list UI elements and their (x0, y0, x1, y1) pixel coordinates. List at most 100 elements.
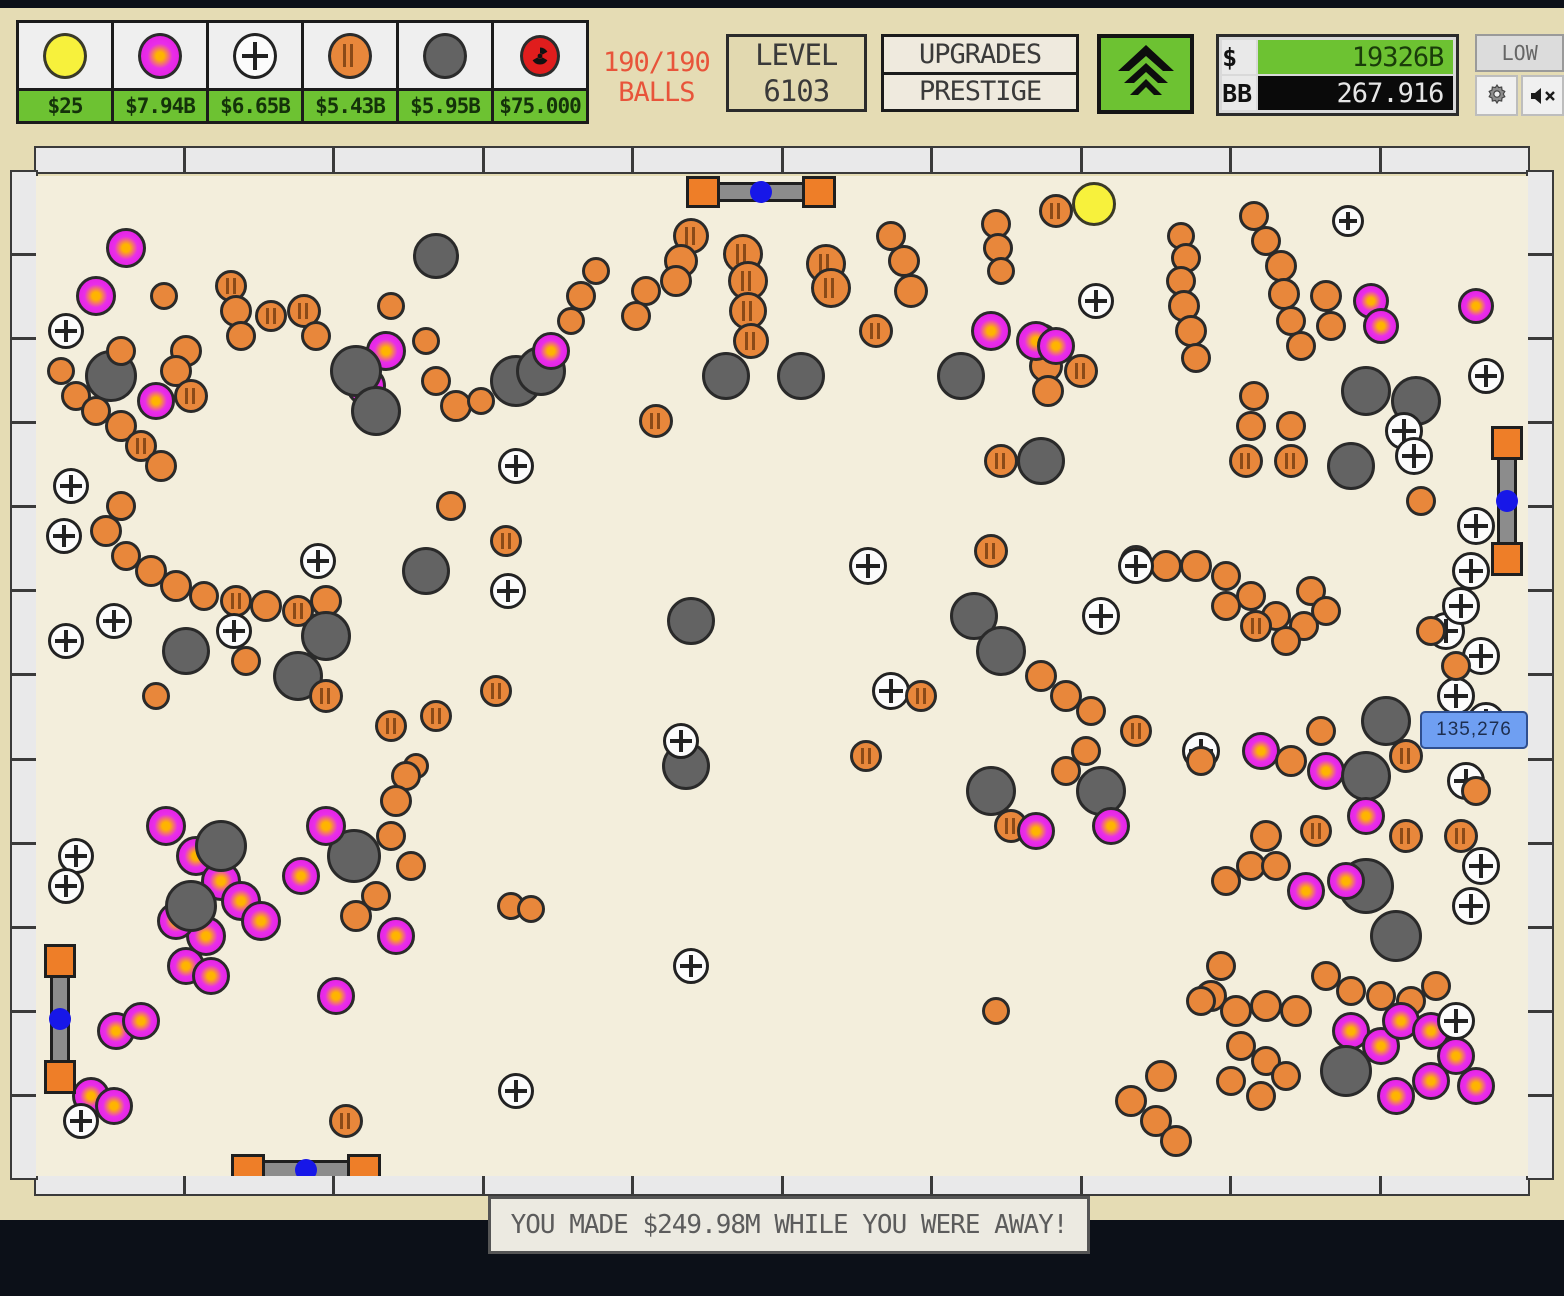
ball-magenta (1347, 797, 1385, 835)
brick-orange (639, 404, 673, 438)
ball-magenta (377, 917, 415, 955)
rail-segment (1528, 760, 1552, 842)
brick-orange (1274, 444, 1308, 478)
paddle-bottom[interactable] (231, 1154, 381, 1176)
brick-orange (982, 997, 1010, 1025)
shop-item-orange[interactable]: $5.43B (304, 23, 396, 121)
ball-plus (1437, 677, 1475, 715)
shop-item-radioactive[interactable]: $75.000 (494, 23, 586, 121)
brick-orange (1240, 610, 1272, 642)
paddle-cap (347, 1154, 381, 1176)
ball-yellow (1072, 182, 1116, 226)
shop-item-plus[interactable]: $6.65B (209, 23, 301, 121)
ball-plus (849, 547, 887, 585)
brick-orange (1280, 995, 1312, 1027)
shop-item-yellow[interactable]: $25 (19, 23, 111, 121)
brick-orange (490, 525, 522, 557)
brick-orange (582, 257, 610, 285)
brick-orange (301, 321, 331, 351)
brick-orange (160, 570, 192, 602)
upgrade-all-button[interactable] (1097, 34, 1195, 114)
brick-orange (1275, 745, 1307, 777)
brick-orange (1180, 550, 1212, 582)
ball-magenta (95, 1087, 133, 1125)
plus-ball-icon (209, 23, 301, 88)
brick-orange (621, 301, 651, 331)
brick-orange (1271, 1061, 1301, 1091)
paddle-cap (231, 1154, 265, 1176)
brick-gray (195, 820, 247, 872)
brick-orange (1416, 616, 1446, 646)
rail-segment (12, 508, 36, 590)
brick-orange (1120, 715, 1152, 747)
brick-orange (412, 327, 440, 355)
brick-orange (811, 268, 851, 308)
money-panel: $ 19326B BB 267.916 (1216, 34, 1460, 116)
ball-plus (1332, 205, 1364, 237)
rail-segment (1528, 928, 1552, 1010)
rail-segment (12, 928, 36, 1010)
brick-orange (1276, 411, 1306, 441)
ball-magenta (532, 332, 570, 370)
away-earnings-banner[interactable]: YOU MADE $249.98M WHILE YOU WERE AWAY! (488, 1196, 1090, 1254)
ball-plus (673, 948, 709, 984)
ball-magenta (137, 382, 175, 420)
brick-orange (1336, 976, 1366, 1006)
prestige-button[interactable]: PRESTIGE (883, 74, 1077, 109)
brick-gray (1327, 442, 1375, 490)
brick-orange (1271, 626, 1301, 656)
brick-orange (376, 821, 406, 851)
brick-orange (1216, 1066, 1246, 1096)
ball-magenta (1242, 732, 1280, 770)
brick-orange (1300, 815, 1332, 847)
brick-orange (974, 534, 1008, 568)
brick-orange (557, 307, 585, 335)
ball-magenta (1457, 1067, 1495, 1105)
brick-orange (90, 515, 122, 547)
ball-plus (46, 518, 82, 554)
paddle-ball (1496, 490, 1518, 512)
brick-orange (255, 300, 287, 332)
paddle-top[interactable] (686, 176, 836, 208)
shop-price-magenta: $7.94B (114, 91, 206, 121)
brick-orange (1145, 1060, 1177, 1092)
brick-orange (1250, 990, 1282, 1022)
shop-item-gray[interactable]: $5.95B (399, 23, 491, 121)
brick-orange (850, 740, 882, 772)
shop-item-magenta[interactable]: $7.94B (114, 23, 206, 121)
brick-gray (162, 627, 210, 675)
speaker-mute-icon[interactable] (1521, 75, 1564, 116)
playfield[interactable] (36, 176, 1528, 1176)
ball-plus (663, 723, 699, 759)
paddle-right[interactable] (1491, 426, 1523, 576)
ball-magenta (306, 806, 346, 846)
brick-orange (1175, 315, 1207, 347)
paddle-cap (686, 176, 720, 208)
rail-segment (933, 148, 1080, 172)
brick-orange (174, 379, 208, 413)
gear-icon[interactable] (1475, 75, 1519, 116)
ball-magenta (241, 901, 281, 941)
ball-plus (300, 543, 336, 579)
quality-button[interactable]: LOW (1475, 34, 1564, 72)
rail-segment (1528, 592, 1552, 674)
cash-value: 19326B (1258, 40, 1454, 74)
paddle-left[interactable] (44, 944, 76, 1094)
ball-plus (48, 623, 84, 659)
value-badge: 135,276 (1420, 711, 1528, 749)
upgrades-button[interactable]: UPGRADES (883, 37, 1077, 72)
brick-orange (329, 1104, 363, 1138)
ball-magenta (192, 957, 230, 995)
brick-gray (165, 880, 217, 932)
menu-buttons: UPGRADES PRESTIGE (880, 34, 1080, 112)
ball-magenta (1458, 288, 1494, 324)
brick-orange (150, 282, 178, 310)
brick-gray (1370, 910, 1422, 962)
brick-gray (667, 597, 715, 645)
paddle-bar (1496, 460, 1518, 542)
paddle-cap (44, 944, 76, 978)
level-value: 6103 (763, 74, 830, 108)
ball-magenta (1412, 1062, 1450, 1100)
brick-gray (1320, 1045, 1372, 1097)
brick-gray (1341, 751, 1391, 801)
